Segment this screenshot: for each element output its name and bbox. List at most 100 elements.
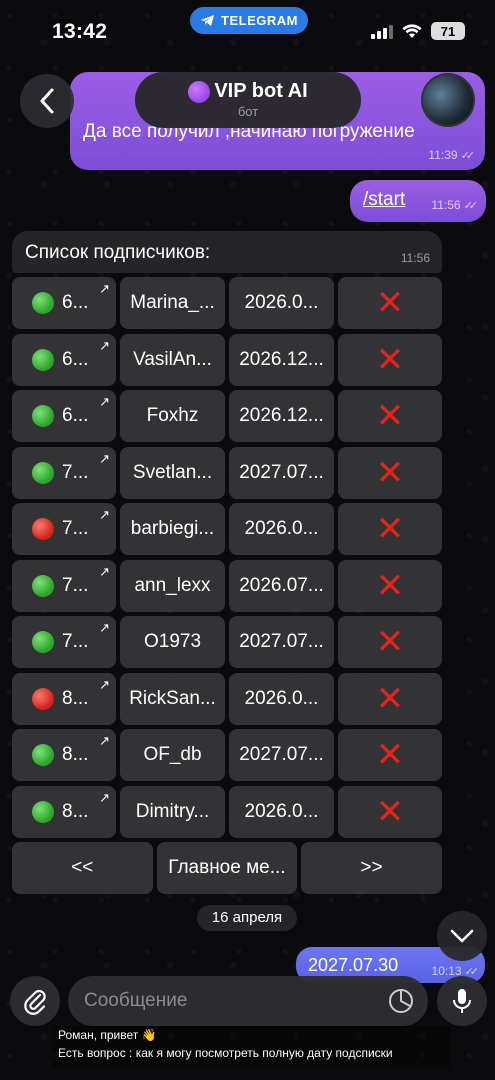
subscriber-id-button[interactable]: 7... ↗ — [12, 616, 116, 668]
subscriber-date-button[interactable]: 2026.0... — [229, 672, 334, 725]
subscriber-name: Foxhz — [146, 405, 199, 426]
message-input-container[interactable] — [68, 976, 428, 1026]
notification-caption: Роман, привет 👋 Есть вопрос : как я могу… — [52, 1026, 450, 1068]
open-link-arrow-icon: ↗ — [99, 676, 110, 692]
message-input[interactable] — [84, 990, 364, 1012]
status-green-icon — [32, 405, 54, 427]
delete-subscriber-button[interactable]: ✕ — [338, 559, 442, 612]
subscriber-name-button[interactable]: Dimitry... — [120, 785, 225, 838]
subscriber-id-button[interactable]: 6... ↗ — [12, 390, 116, 442]
subscriber-name-button[interactable]: RickSan... — [120, 672, 225, 725]
subscriber-id-button[interactable]: 6... ↗ — [12, 277, 116, 329]
subscriber-id: 8... — [62, 800, 89, 822]
subscriber-id-button[interactable]: 7... ↗ — [12, 446, 116, 499]
subscriber-id-button[interactable]: 6... ↗ — [12, 333, 116, 386]
subscriber-date: 2027.07... — [239, 461, 324, 483]
subscriber-id: 8... — [62, 687, 89, 709]
status-red-icon — [32, 518, 54, 540]
paperclip-icon — [24, 989, 46, 1015]
purple-circle-icon — [188, 80, 211, 103]
microphone-button[interactable] — [437, 976, 487, 1026]
subscriber-date-button[interactable]: 2026.12... — [229, 333, 334, 386]
subscriber-date: 2026.0... — [244, 518, 319, 539]
status-indicators: 71 — [371, 22, 465, 40]
subscriber-name-button[interactable]: VasilAn... — [120, 333, 225, 386]
subscriber-row: 8... ↗ OF_db 2027.07... ✕ — [12, 729, 442, 781]
subscriber-date-button[interactable]: 2026.12... — [229, 390, 334, 442]
subscriber-id-button[interactable]: 7... ↗ — [12, 559, 116, 612]
message-incoming[interactable]: Список подписчиков: 11:56 — [12, 231, 442, 273]
subscriber-name: RickSan... — [129, 687, 216, 709]
keyboard-nav-row: << Главное ме... >> — [12, 842, 442, 894]
open-link-arrow-icon: ↗ — [99, 789, 110, 805]
subscriber-date-button[interactable]: 2027.07... — [229, 729, 334, 781]
delete-subscriber-button[interactable]: ✕ — [338, 390, 442, 442]
telegram-pill-label: TELEGRAM — [221, 13, 298, 28]
subscriber-id-button[interactable]: 7... ↗ — [12, 503, 116, 555]
main-menu-button[interactable]: Главное ме... — [156, 842, 298, 894]
sticker-icon[interactable] — [388, 988, 414, 1014]
scroll-down-button[interactable] — [437, 911, 487, 961]
read-ticks-icon: ✓✓ — [463, 199, 479, 212]
telegram-pill[interactable]: TELEGRAM — [190, 7, 308, 34]
subscriber-date: 2027.07... — [239, 631, 324, 652]
open-link-arrow-icon: ↗ — [99, 281, 110, 296]
next-page-button[interactable]: >> — [301, 842, 442, 894]
message-text: 2027.07.30 — [308, 955, 399, 975]
cross-icon: ✕ — [375, 623, 405, 661]
subscriber-name: OF_db — [143, 744, 202, 765]
subscriber-name-button[interactable]: Svetlan... — [120, 446, 225, 499]
open-link-arrow-icon: ↗ — [99, 450, 110, 466]
delete-subscriber-button[interactable]: ✕ — [338, 446, 442, 499]
subscriber-row: 6... ↗ Marina_... 2026.0... ✕ — [12, 277, 442, 329]
subscriber-name-button[interactable]: barbiegi... — [120, 503, 225, 555]
subscriber-name-button[interactable]: OF_db — [120, 729, 225, 781]
subscriber-date-button[interactable]: 2026.0... — [229, 503, 334, 555]
message-meta: 11:39 ✓✓ — [428, 148, 475, 162]
subscriber-id: 8... — [62, 744, 89, 765]
subscriber-name-button[interactable]: Marina_... — [120, 277, 225, 329]
subscriber-date-button[interactable]: 2027.07... — [229, 446, 334, 499]
subscriber-date-button[interactable]: 2027.07... — [229, 616, 334, 668]
open-link-arrow-icon: ↗ — [99, 563, 110, 579]
subscriber-name-button[interactable]: Foxhz — [120, 390, 225, 442]
cross-icon: ✕ — [375, 397, 405, 435]
cross-icon: ✕ — [375, 736, 405, 774]
subscriber-date-button[interactable]: 2026.07... — [229, 559, 334, 612]
subscriber-name: VasilAn... — [133, 348, 212, 370]
avatar[interactable] — [421, 73, 475, 127]
notification-line-2: Есть вопрос : как я могу посмотреть полн… — [58, 1046, 393, 1060]
prev-page-button[interactable]: << — [12, 842, 153, 894]
subscriber-date: 2026.0... — [244, 292, 319, 313]
subscriber-id-button[interactable]: 8... ↗ — [12, 785, 116, 838]
message-text: Список подписчиков: — [25, 242, 211, 263]
back-button[interactable] — [20, 74, 74, 128]
subscriber-id-button[interactable]: 8... ↗ — [12, 729, 116, 781]
delete-subscriber-button[interactable]: ✕ — [338, 785, 442, 838]
subscriber-date: 2027.07... — [239, 744, 324, 765]
open-link-arrow-icon: ↗ — [99, 394, 110, 409]
subscriber-name-button[interactable]: ann_lexx — [120, 559, 225, 612]
delete-subscriber-button[interactable]: ✕ — [338, 672, 442, 725]
subscriber-id: 7... — [62, 574, 89, 596]
message-outgoing[interactable]: /start 11:56 ✓✓ — [350, 180, 486, 222]
delete-subscriber-button[interactable]: ✕ — [338, 333, 442, 386]
subscriber-date: 2026.0... — [244, 687, 319, 709]
subscriber-id-button[interactable]: 8... ↗ — [12, 672, 116, 725]
chat-title[interactable]: VIP bot AI бот — [135, 72, 361, 128]
delete-subscriber-button[interactable]: ✕ — [338, 277, 442, 329]
subscriber-name-button[interactable]: O1973 — [120, 616, 225, 668]
attach-button[interactable] — [10, 976, 60, 1026]
status-green-icon — [32, 348, 54, 371]
subscriber-id: 7... — [62, 518, 89, 539]
cross-icon: ✕ — [375, 453, 405, 492]
message-text[interactable]: /start — [363, 189, 405, 211]
delete-subscriber-button[interactable]: ✕ — [338, 616, 442, 668]
subscriber-date-button[interactable]: 2026.0... — [229, 277, 334, 329]
subscriber-date-button[interactable]: 2026.0... — [229, 785, 334, 838]
signal-icon — [371, 24, 393, 39]
delete-subscriber-button[interactable]: ✕ — [338, 503, 442, 555]
subscriber-id: 6... — [62, 348, 89, 370]
subscriber-date: 2026.07... — [239, 574, 324, 596]
delete-subscriber-button[interactable]: ✕ — [338, 729, 442, 781]
